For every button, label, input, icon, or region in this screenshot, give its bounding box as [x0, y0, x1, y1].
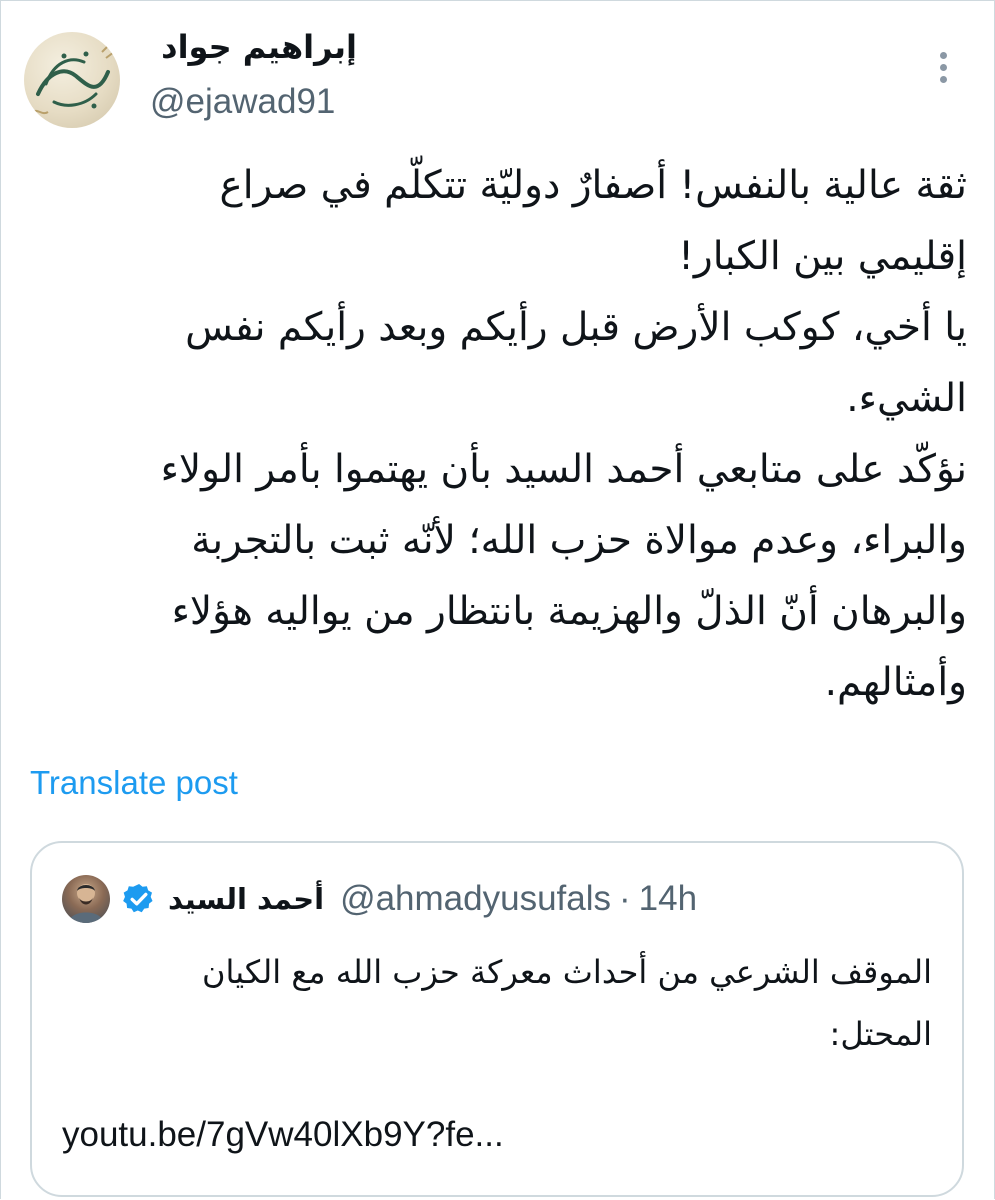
quoted-text-line: المحتل:	[829, 1015, 932, 1053]
post-text-line: وأمثالهم.	[824, 660, 967, 705]
quoted-post-header: أحمد السيد @ahmadyusufals · 14h	[62, 869, 697, 929]
avatar-calligraphy-icon	[31, 43, 115, 115]
author-name[interactable]: إبراهيم جواد	[161, 28, 357, 66]
post-text-line: والبراء، وعدم موالاة حزب الله؛ لأنّه ثبت…	[191, 518, 967, 563]
post-text-line: يا أخي، كوكب الأرض قبل رأيكم وبعد رأيكم …	[185, 305, 967, 350]
quoted-author-handle[interactable]: @ahmadyusufals	[340, 879, 611, 919]
quoted-post-text: الموقف الشرعي من أحداث معركة حزب الله مع…	[202, 941, 932, 1065]
more-vertical-icon[interactable]	[936, 52, 950, 92]
author-avatar[interactable]	[24, 32, 120, 128]
avatar-photo-icon	[68, 884, 104, 923]
post-text-line: إقليمي بين الكبار!	[678, 234, 967, 279]
quoted-post-card[interactable]: أحمد السيد @ahmadyusufals · 14h الموقف ا…	[30, 841, 964, 1197]
post-text: ثقة عالية بالنفس! أصفارٌ دوليّة تتكلّم ف…	[30, 150, 967, 718]
post-text-line: نؤكّد على متابعي أحمد السيد بأن يهتموا ب…	[160, 447, 967, 492]
post-text-line: والبرهان أنّ الذلّ والهزيمة بانتظار من ي…	[171, 589, 967, 634]
quoted-author-avatar[interactable]	[62, 875, 110, 923]
quoted-post-time[interactable]: 14h	[639, 879, 697, 919]
separator-dot: ·	[619, 879, 631, 918]
post-text-line: الشيء.	[846, 376, 967, 421]
quoted-text-line: الموقف الشرعي من أحداث معركة حزب الله مع…	[201, 953, 932, 991]
translate-post-link[interactable]: Translate post	[30, 764, 238, 802]
verified-badge-icon	[123, 883, 153, 913]
author-handle[interactable]: @ejawad91	[150, 82, 335, 122]
quoted-post-link[interactable]: youtu.be/7gVw40lXb9Y?fe...	[62, 1115, 504, 1155]
quoted-author-name[interactable]: أحمد السيد	[168, 882, 324, 916]
post-text-line: ثقة عالية بالنفس! أصفارٌ دوليّة تتكلّم ف…	[219, 163, 967, 208]
